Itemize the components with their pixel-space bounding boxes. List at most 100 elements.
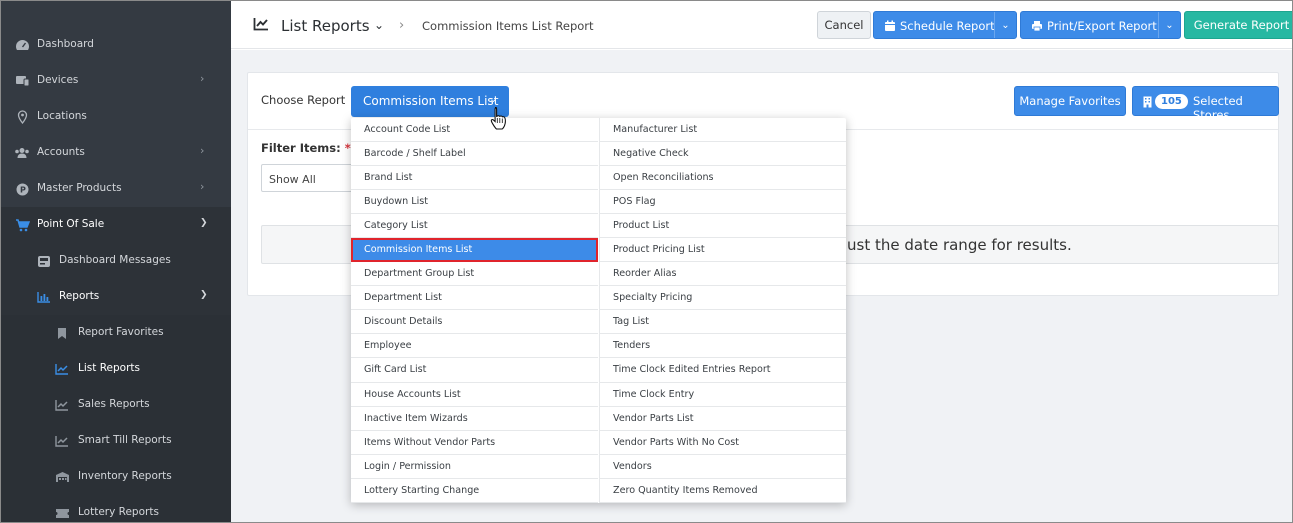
breadcrumb-separator-icon: › xyxy=(399,18,405,33)
dropdown-item[interactable]: Time Clock Entry xyxy=(600,383,846,407)
sidebar-item-label: Accounts xyxy=(37,146,85,158)
line-chart-icon xyxy=(253,17,269,31)
manage-favorites-button[interactable]: Manage Favorites xyxy=(1014,86,1126,116)
dropdown-item[interactable]: Vendor Parts List xyxy=(600,407,846,431)
cart-icon xyxy=(14,218,30,232)
sidebar-item-report-favorites[interactable]: Report Favorites xyxy=(1,315,231,351)
filter-items-label: Filter Items: * xyxy=(261,141,351,155)
info-message-text: ust the date range for results. xyxy=(847,236,1072,254)
page-title: List Reports xyxy=(281,17,370,35)
dropdown-item[interactable]: Manufacturer List xyxy=(600,118,846,143)
store-icon xyxy=(1143,96,1155,108)
dropdown-item[interactable]: Reorder Alias xyxy=(600,262,846,287)
dropdown-item[interactable]: Vendor Parts With No Cost xyxy=(600,431,846,455)
sidebar-item-master-products[interactable]: P Master Products › xyxy=(1,171,231,207)
dropdown-item[interactable]: POS Flag xyxy=(600,190,846,215)
filter-items-select[interactable]: Show All xyxy=(261,164,361,192)
sidebar-item-locations[interactable]: Locations xyxy=(1,99,231,135)
sidebar-item-label: Devices xyxy=(37,74,79,86)
sidebar-item-sales-reports[interactable]: Sales Reports xyxy=(1,387,231,423)
sidebar-item-lottery-reports[interactable]: Lottery Reports xyxy=(1,495,231,522)
dropdown-item[interactable]: Zero Quantity Items Removed xyxy=(600,479,846,503)
sidebar-item-dashboard[interactable]: Dashboard xyxy=(1,27,231,63)
dropdown-item[interactable]: Items Without Vendor Parts xyxy=(351,431,598,455)
calendar-icon xyxy=(884,20,896,32)
dropdown-item[interactable]: Product Pricing List xyxy=(600,238,846,263)
product-p-icon: P xyxy=(14,182,30,196)
dropdown-item[interactable]: Open Reconciliations xyxy=(600,166,846,191)
print-export-button[interactable]: Print/Export Report ⌄ xyxy=(1020,11,1181,39)
dropdown-item[interactable]: Barcode / Shelf Label xyxy=(351,142,598,167)
dropdown-item[interactable]: Department List xyxy=(351,286,598,311)
sidebar-item-devices[interactable]: Devices › xyxy=(1,63,231,99)
dropdown-item[interactable]: Tag List xyxy=(600,310,846,335)
sidebar-item-label: Reports xyxy=(59,290,100,302)
chevron-down-icon[interactable]: ⌄ xyxy=(994,12,1016,38)
dropdown-item[interactable]: Department Group List xyxy=(351,262,598,287)
sidebar-item-label: Sales Reports xyxy=(78,398,150,410)
dropdown-item[interactable]: Time Clock Edited Entries Report xyxy=(600,358,846,383)
line-chart-icon xyxy=(54,434,70,448)
messages-icon xyxy=(36,254,52,268)
dropdown-item[interactable]: Category List xyxy=(351,214,598,239)
dropdown-item[interactable]: Lottery Starting Change xyxy=(351,479,598,503)
selected-stores-label: Selected Stores xyxy=(1193,94,1243,122)
dropdown-item[interactable]: Login / Permission xyxy=(351,455,598,479)
choose-report-value: Commission Items List xyxy=(363,94,499,108)
choose-report-label: Choose Report xyxy=(261,93,346,107)
dropdown-item[interactable]: House Accounts List xyxy=(351,383,598,407)
dropdown-item[interactable]: Tenders xyxy=(600,334,846,359)
sidebar-item-dashboard-messages[interactable]: Dashboard Messages xyxy=(1,243,231,279)
sidebar-item-reports[interactable]: Reports ❯ xyxy=(1,279,231,315)
dashboard-icon xyxy=(14,38,30,52)
dropdown-item[interactable]: Inactive Item Wizards xyxy=(351,407,598,431)
location-pin-icon xyxy=(14,110,30,124)
chevron-right-icon: › xyxy=(200,180,205,193)
dropdown-item[interactable]: Product List xyxy=(600,214,846,239)
dropdown-item[interactable]: Specialty Pricing xyxy=(600,286,846,311)
printer-icon xyxy=(1031,20,1043,32)
sidebar-item-smart-till-reports[interactable]: Smart Till Reports xyxy=(1,423,231,459)
selected-stores-button[interactable]: 105 Selected Stores xyxy=(1132,86,1279,122)
sidebar-item-list-reports[interactable]: List Reports xyxy=(1,351,231,387)
dropdown-item[interactable]: Employee xyxy=(351,334,598,359)
chevron-down-icon: ❯ xyxy=(200,290,208,300)
warehouse-icon xyxy=(54,470,70,484)
sidebar-item-label: Smart Till Reports xyxy=(78,434,172,446)
line-chart-icon xyxy=(54,362,70,376)
schedule-report-button[interactable]: Schedule Report ⌄ xyxy=(873,11,1017,39)
top-bar: List Reports ⌄ › Commission Items List R… xyxy=(231,1,1293,49)
dropdown-item[interactable]: Discount Details xyxy=(351,310,598,335)
svg-text:P: P xyxy=(20,185,26,194)
dropdown-item[interactable]: Gift Card List xyxy=(351,358,598,383)
chevron-down-icon[interactable]: ⌄ xyxy=(1158,12,1180,38)
dropdown-item[interactable]: Commission Items List xyxy=(351,238,598,263)
dropdown-column-right: Manufacturer List Negative Check Open Reco… xyxy=(599,118,846,503)
sidebar-item-label: Point Of Sale xyxy=(37,218,105,230)
chevron-right-icon: › xyxy=(200,144,205,157)
chevron-down-icon[interactable]: ⌄ xyxy=(374,18,384,32)
sidebar-item-label: Dashboard xyxy=(37,38,94,50)
sidebar-item-inventory-reports[interactable]: Inventory Reports xyxy=(1,459,231,495)
dropdown-item[interactable]: Brand List xyxy=(351,166,598,191)
store-count-badge: 105 xyxy=(1155,94,1188,109)
sidebar-item-accounts[interactable]: Accounts › xyxy=(1,135,231,171)
dropdown-item[interactable]: Buydown List xyxy=(351,190,598,215)
generate-report-button[interactable]: Generate Report xyxy=(1184,11,1293,39)
print-export-label: Print/Export Report xyxy=(1047,19,1157,33)
sidebar-item-label: Report Favorites xyxy=(78,326,164,338)
users-icon xyxy=(14,146,30,160)
sidebar-item-label: Dashboard Messages xyxy=(59,254,171,266)
chevron-right-icon: › xyxy=(200,72,205,85)
sidebar-item-label: List Reports xyxy=(78,362,140,374)
dropdown-item[interactable]: Vendors xyxy=(600,455,846,479)
sidebar-item-point-of-sale[interactable]: Point Of Sale ❯ xyxy=(1,207,231,243)
chevron-down-icon: ⌄ xyxy=(489,94,498,105)
dropdown-item[interactable]: Account Code List xyxy=(351,118,598,143)
dropdown-column-left: Account Code List Barcode / Shelf Label Br… xyxy=(351,118,598,503)
cancel-button[interactable]: Cancel xyxy=(817,11,871,39)
bar-chart-icon xyxy=(36,290,52,304)
dropdown-item[interactable]: Negative Check xyxy=(600,142,846,167)
line-chart-icon xyxy=(54,398,70,412)
choose-report-dropdown[interactable]: Commission Items List ⌄ xyxy=(351,86,509,117)
